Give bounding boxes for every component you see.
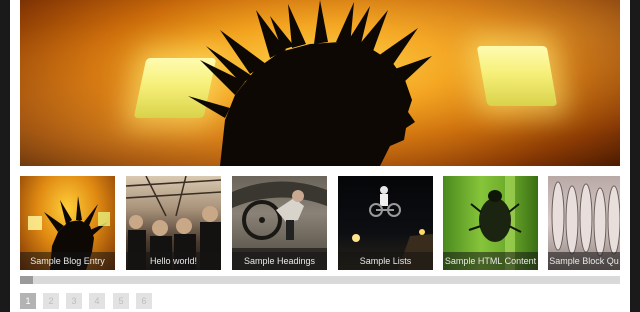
frame-right-border xyxy=(630,0,640,312)
frame-left-border xyxy=(0,0,10,312)
page-button-3[interactable]: 3 xyxy=(66,293,82,309)
page-button-5[interactable]: 5 xyxy=(113,293,129,309)
thumbnail-item[interactable]: Sample Block Qu xyxy=(548,176,620,270)
thumbnail-caption: Sample Headings xyxy=(232,252,327,270)
scrollbar-thumb[interactable] xyxy=(20,276,33,284)
page-button-4[interactable]: 4 xyxy=(89,293,105,309)
thumbnail-item[interactable]: Hello world! xyxy=(126,176,221,270)
thumbnail-caption: Hello world! xyxy=(126,252,221,270)
thumbnail-caption: Sample Blog Entry xyxy=(20,252,115,270)
page-button-6[interactable]: 6 xyxy=(136,293,152,309)
thumbnail-item[interactable]: Sample Blog Entry xyxy=(20,176,115,270)
thumbnail-caption: Sample Lists xyxy=(338,252,433,270)
page-button-2[interactable]: 2 xyxy=(43,293,59,309)
thumbnail-strip: Sample Blog Entry Hello world! Sample He… xyxy=(20,176,620,270)
hero-silhouette xyxy=(188,0,432,166)
hero-slide-image[interactable] xyxy=(20,0,620,166)
thumbnail-item[interactable]: Sample HTML Content xyxy=(443,176,538,270)
page-button-1[interactable]: 1 xyxy=(20,293,36,309)
thumbnail-item[interactable]: Sample Lists xyxy=(338,176,433,270)
thumbnail-caption: Sample HTML Content xyxy=(443,252,538,270)
thumbnail-item[interactable]: Sample Headings xyxy=(232,176,327,270)
thumbnail-scrollbar[interactable] xyxy=(20,276,620,284)
thumbnail-caption: Sample Block Qu xyxy=(548,252,620,270)
